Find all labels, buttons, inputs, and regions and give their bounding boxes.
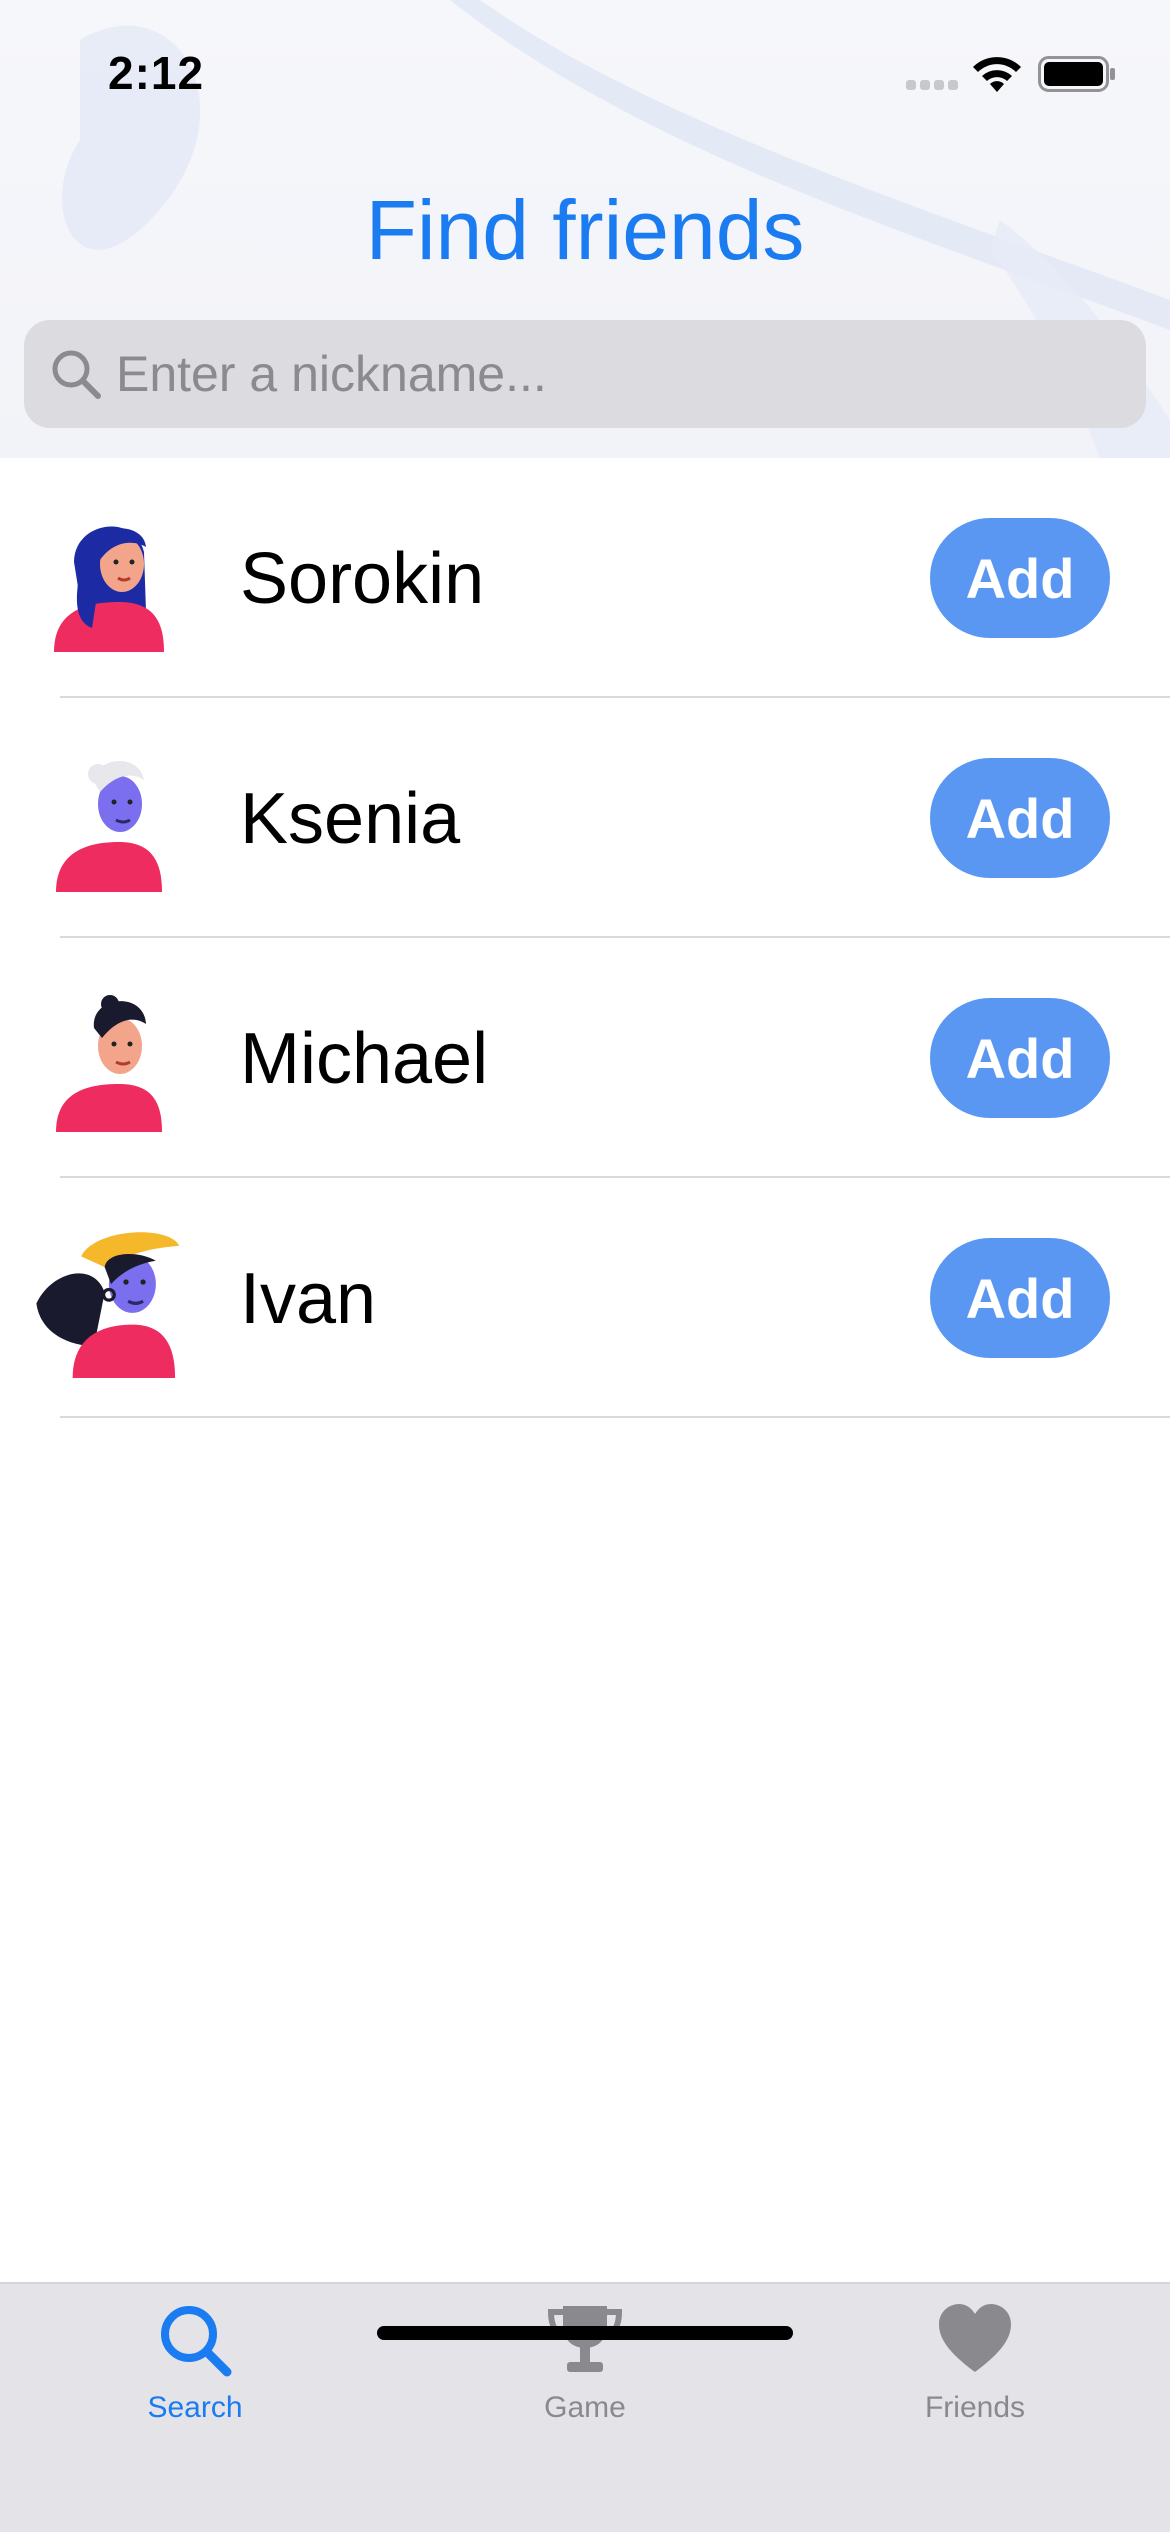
search-bar[interactable]	[24, 320, 1146, 428]
list-item: Sorokin Add	[0, 458, 1170, 698]
avatar-woman-blue-hair-icon	[54, 526, 164, 652]
divider	[60, 1416, 1170, 1418]
tab-friends[interactable]: Friends	[780, 2284, 1170, 2444]
user-list: Sorokin Add Ksenia Add Michael Add Ivan …	[0, 458, 1170, 1418]
search-icon	[52, 350, 101, 399]
user-name: Ivan	[240, 1259, 377, 1339]
status-bar: 2:12	[0, 0, 1170, 140]
avatar-man-dark-hair-icon	[56, 995, 162, 1132]
header: 2:12 Find friends	[0, 0, 1170, 458]
wifi-icon	[973, 57, 1021, 92]
list-item: Ksenia Add	[0, 698, 1170, 938]
add-friend-button[interactable]: Add	[930, 518, 1110, 638]
avatar-woman-yellow-hat-icon	[36, 1232, 180, 1378]
search-icon	[161, 2306, 232, 2377]
home-indicator	[377, 2326, 793, 2340]
list-item: Ivan Add	[0, 1178, 1170, 1418]
cellular-signal-icon	[906, 80, 958, 90]
user-name: Sorokin	[240, 539, 485, 619]
tab-label: Friends	[924, 2391, 1026, 2424]
page-title: Find friends	[365, 183, 805, 277]
tab-game[interactable]: Game	[390, 2284, 780, 2444]
tab-bar: Search Game Friends	[0, 2282, 1170, 2532]
avatar-man-gray-hair-icon	[56, 761, 162, 892]
heart-icon	[939, 2304, 1011, 2372]
add-friend-button[interactable]: Add	[930, 758, 1110, 878]
battery-icon	[1038, 56, 1115, 92]
find-friends-screen: 2:12 Find friends Enter a nickname... So…	[0, 0, 1170, 2532]
trophy-icon	[547, 2306, 623, 2372]
search-input[interactable]	[116, 320, 1116, 428]
user-name: Michael	[240, 1019, 489, 1099]
add-friend-button[interactable]: Add	[930, 1238, 1110, 1358]
add-friend-button[interactable]: Add	[930, 998, 1110, 1118]
tab-label: Game	[544, 2391, 626, 2424]
user-name: Ksenia	[240, 779, 461, 859]
list-item: Michael Add	[0, 938, 1170, 1178]
status-time: 2:12	[108, 47, 205, 99]
tab-label: Search	[147, 2391, 243, 2424]
tab-search[interactable]: Search	[0, 2284, 390, 2444]
